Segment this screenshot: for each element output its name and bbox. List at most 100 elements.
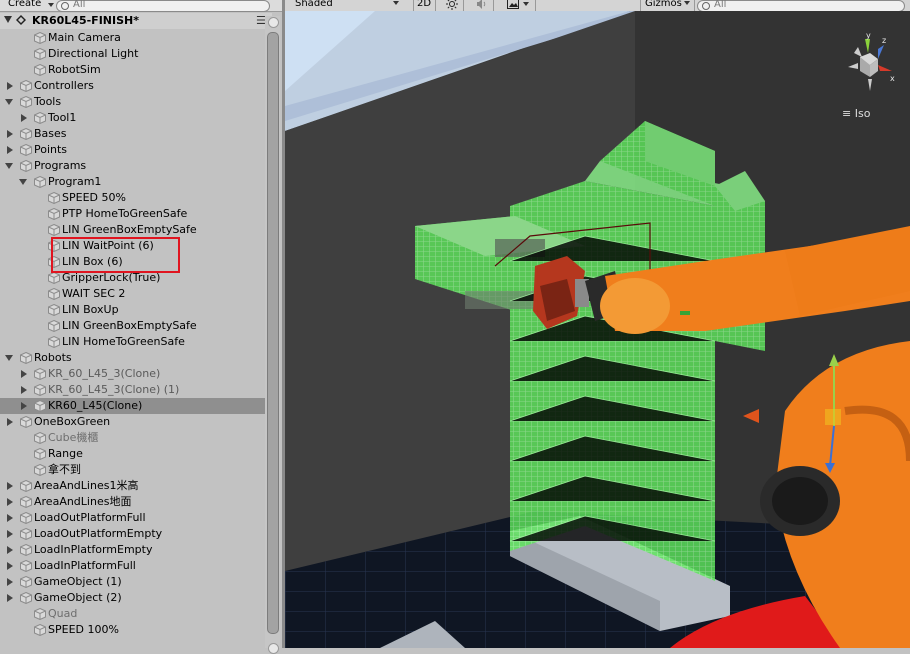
- hierarchy-row[interactable]: SPEED 50%: [0, 190, 265, 206]
- gameobject-cube-icon: [20, 479, 32, 493]
- scene-render: [285, 11, 910, 648]
- hierarchy-row[interactable]: OneBoxGreen: [0, 414, 265, 430]
- hierarchy-row[interactable]: LoadInPlatformEmpty: [0, 542, 265, 558]
- expand-arrow-icon[interactable]: [21, 402, 27, 410]
- audio-toggle-button[interactable]: [471, 0, 494, 11]
- hierarchy-row[interactable]: Program1: [0, 174, 265, 190]
- hierarchy-row-label: Directional Light: [48, 47, 139, 60]
- expand-arrow-icon[interactable]: [7, 498, 13, 506]
- hierarchy-row[interactable]: LoadOutPlatformFull: [0, 510, 265, 526]
- hierarchy-row[interactable]: 拿不到: [0, 462, 265, 478]
- hierarchy-row[interactable]: LIN GreenBoxEmptySafe: [0, 318, 265, 334]
- gameobject-cube-icon: [48, 287, 60, 301]
- expand-arrow-icon[interactable]: [7, 482, 13, 490]
- scroll-down-button[interactable]: [268, 643, 279, 654]
- hierarchy-row[interactable]: GameObject (2): [0, 590, 265, 606]
- scene-header[interactable]: KR60L45-FINISH* ☰: [0, 13, 272, 29]
- gameobject-cube-icon: [34, 63, 46, 77]
- hierarchy-row[interactable]: Controllers: [0, 78, 265, 94]
- gameobject-cube-icon: [20, 351, 32, 365]
- hierarchy-row[interactable]: LIN BoxUp: [0, 302, 265, 318]
- expand-arrow-icon[interactable]: [21, 370, 27, 378]
- expand-arrow-icon[interactable]: [21, 114, 27, 122]
- gizmos-dropdown[interactable]: Gizmos: [640, 0, 695, 11]
- hierarchy-row[interactable]: LoadOutPlatformEmpty: [0, 526, 265, 542]
- sun-icon: [446, 0, 458, 10]
- hierarchy-row-label: LoadInPlatformEmpty: [34, 543, 153, 556]
- expand-arrow-icon[interactable]: [4, 16, 12, 23]
- gameobject-cube-icon: [34, 111, 46, 125]
- chevron-down-icon: [392, 1, 399, 5]
- shading-mode-dropdown[interactable]: Shaded: [291, 0, 414, 11]
- hierarchy-row[interactable]: Cube機櫃: [0, 430, 265, 446]
- lighting-toggle-button[interactable]: [441, 0, 464, 11]
- gameobject-cube-icon: [48, 223, 60, 237]
- hierarchy-row-label: AreaAndLines地面: [34, 495, 132, 508]
- gameobject-cube-icon: [20, 415, 32, 429]
- expand-arrow-icon[interactable]: [7, 530, 13, 538]
- hierarchy-row-label: LoadInPlatformFull: [34, 559, 136, 572]
- hierarchy-row[interactable]: SPEED 100%: [0, 622, 265, 638]
- hierarchy-row[interactable]: Directional Light: [0, 46, 265, 62]
- hierarchy-row[interactable]: RobotSim: [0, 62, 265, 78]
- expand-arrow-icon[interactable]: [7, 578, 13, 586]
- orientation-gizmo[interactable]: y z x: [830, 29, 900, 99]
- hierarchy-row[interactable]: KR_60_L45_3(Clone) (1): [0, 382, 265, 398]
- gameobject-cube-icon: [34, 47, 46, 61]
- expand-arrow-icon[interactable]: [7, 514, 13, 522]
- scroll-up-button[interactable]: [268, 17, 279, 28]
- collapse-arrow-icon[interactable]: [5, 355, 13, 361]
- scene-view[interactable]: y z x ≡ Iso: [285, 11, 910, 648]
- chevron-down-icon: [48, 3, 54, 7]
- hierarchy-row-label: LoadOutPlatformEmpty: [34, 527, 163, 540]
- hierarchy-row[interactable]: Tools: [0, 94, 265, 110]
- hierarchy-row[interactable]: KR_60_L45_3(Clone): [0, 366, 265, 382]
- hierarchy-row[interactable]: AreaAndLines地面: [0, 494, 265, 510]
- gameobject-cube-icon: [34, 463, 46, 477]
- hierarchy-row[interactable]: WAIT SEC 2: [0, 286, 265, 302]
- collapse-arrow-icon[interactable]: [5, 163, 13, 169]
- gameobject-cube-icon: [20, 159, 32, 173]
- gameobject-cube-icon: [34, 431, 46, 445]
- hierarchy-scrollbar[interactable]: [265, 16, 280, 654]
- hierarchy-row[interactable]: LoadInPlatformFull: [0, 558, 265, 574]
- gameobject-cube-icon: [20, 95, 32, 109]
- hierarchy-row[interactable]: LIN HomeToGreenSafe: [0, 334, 265, 350]
- hierarchy-row-label: Tools: [34, 95, 62, 108]
- expand-arrow-icon[interactable]: [7, 562, 13, 570]
- collapse-arrow-icon[interactable]: [5, 99, 13, 105]
- hierarchy-row[interactable]: GameObject (1): [0, 574, 265, 590]
- collapse-arrow-icon[interactable]: [19, 179, 27, 185]
- hierarchy-row[interactable]: KR60_L45(Clone): [0, 398, 265, 414]
- expand-arrow-icon[interactable]: [21, 386, 27, 394]
- expand-arrow-icon[interactable]: [7, 546, 13, 554]
- hierarchy-row[interactable]: PTP HomeToGreenSafe: [0, 206, 265, 222]
- gameobject-cube-icon: [48, 191, 60, 205]
- hierarchy-row[interactable]: LIN GreenBoxEmptySafe: [0, 222, 265, 238]
- 2d-toggle-button[interactable]: 2D: [413, 0, 437, 11]
- expand-arrow-icon[interactable]: [7, 130, 13, 138]
- expand-arrow-icon[interactable]: [7, 146, 13, 154]
- hierarchy-row[interactable]: Range: [0, 446, 265, 462]
- expand-arrow-icon[interactable]: [7, 418, 13, 426]
- hierarchy-row-label: Program1: [48, 175, 102, 188]
- hierarchy-row[interactable]: Robots: [0, 350, 265, 366]
- hierarchy-row-label: Programs: [34, 159, 87, 172]
- create-dropdown[interactable]: Create: [4, 0, 45, 11]
- gameobject-cube-icon: [20, 127, 32, 141]
- hierarchy-row-label: LIN GreenBoxEmptySafe: [62, 319, 197, 332]
- hierarchy-row[interactable]: AreaAndLines1米高: [0, 478, 265, 494]
- effects-dropdown[interactable]: [503, 0, 536, 11]
- hierarchy-search-input[interactable]: All: [56, 0, 270, 12]
- hierarchy-row[interactable]: Points: [0, 142, 265, 158]
- hierarchy-row-label: KR_60_L45_3(Clone): [48, 367, 161, 380]
- hierarchy-row[interactable]: Tool1: [0, 110, 265, 126]
- hierarchy-row[interactable]: Programs: [0, 158, 265, 174]
- hierarchy-row[interactable]: Quad: [0, 606, 265, 622]
- hierarchy-row[interactable]: Main Camera: [0, 30, 265, 46]
- expand-arrow-icon[interactable]: [7, 82, 13, 90]
- expand-arrow-icon[interactable]: [7, 594, 13, 602]
- projection-toggle[interactable]: ≡ Iso: [842, 108, 870, 120]
- hierarchy-row[interactable]: Bases: [0, 126, 265, 142]
- scrollbar-thumb[interactable]: [267, 32, 279, 634]
